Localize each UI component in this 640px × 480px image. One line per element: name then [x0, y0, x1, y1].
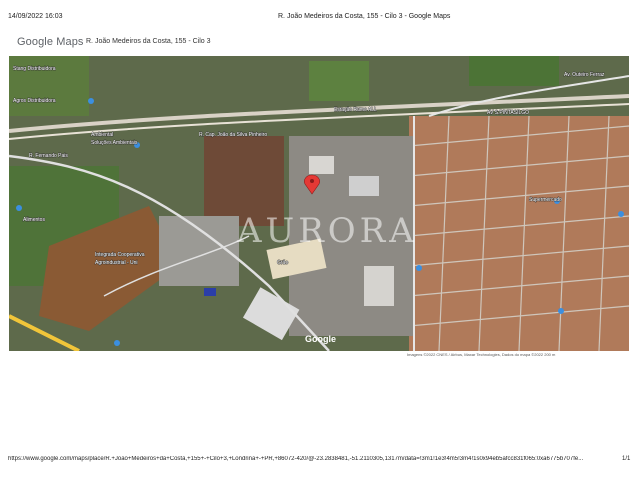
field-north	[309, 61, 369, 101]
poi-marker[interactable]	[416, 265, 422, 271]
label-av-outeiro: Av. Outeiro Ferraz	[564, 72, 605, 78]
print-date: 14/09/2022 16:03	[8, 13, 63, 20]
label-agroindustrial: Agroindustrial - Uni	[95, 260, 138, 266]
page-number: 1/1	[622, 456, 631, 462]
label-stang: Stang Distribuidora	[13, 66, 56, 72]
google-maps-logo-text: Google Maps	[17, 36, 84, 48]
label-fernando: R. Fernando Pais	[29, 153, 68, 159]
print-title: R. João Medeiros da Costa, 155 - Cilo 3 …	[278, 13, 451, 20]
warehouse-1	[309, 156, 334, 174]
poi-marker[interactable]	[16, 205, 22, 211]
label-solucoes: Soluções Ambientais	[91, 140, 138, 146]
label-av-sa: AV S.PINTASILGO	[487, 110, 529, 116]
label-agros: Agros Distribuidora	[13, 98, 56, 104]
label-capitao: R. Cap. João da Silva Pinheiro	[199, 132, 267, 138]
poi-marker[interactable]	[114, 340, 120, 346]
poi-marker[interactable]	[88, 98, 94, 104]
watermark: AURORA	[236, 211, 418, 251]
label-supermercado: Supermercado	[529, 197, 562, 203]
label-estacao: Estação Rumo ALL	[334, 107, 377, 113]
label-integrada: Integrada Cooperativa	[95, 252, 145, 258]
print-header: 14/09/2022 16:03 R. João Medeiros da Cos…	[0, 13, 640, 27]
blue-roof	[204, 288, 216, 296]
satellite-map[interactable]: AURORA Stang Distribuidora Agros Distrib…	[9, 56, 629, 351]
page-url[interactable]: https://www.google.com/maps/place/R.+Joã…	[8, 456, 608, 462]
label-alimentos: Alimentos	[23, 217, 45, 223]
google-logo: Google	[305, 334, 336, 344]
label-grao: Grão	[277, 260, 288, 266]
maps-header: Google Maps R. João Medeiros da Costa, 1…	[0, 34, 640, 52]
address-title: R. João Medeiros da Costa, 155 - Cilo 3	[86, 38, 211, 45]
warehouse-3	[364, 266, 394, 306]
google-maps-logo[interactable]: Google Maps	[17, 36, 84, 48]
field-nw	[9, 56, 89, 116]
warehouse-2	[349, 176, 379, 196]
label-ambiental: Ambiental	[91, 132, 113, 138]
map-attribution: Imagens ©2022 CNES / Airbus, Maxar Techn…	[407, 352, 556, 357]
poi-marker[interactable]	[558, 308, 564, 314]
map-canvas[interactable]: AURORA Stang Distribuidora Agros Distrib…	[9, 56, 629, 351]
poi-marker[interactable]	[618, 211, 624, 217]
field-ne	[469, 56, 559, 86]
